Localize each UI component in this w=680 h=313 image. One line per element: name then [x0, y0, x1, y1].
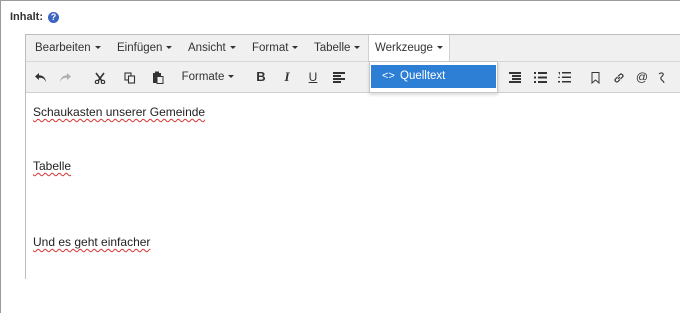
link-button[interactable]	[608, 62, 630, 92]
more-tools-button[interactable]	[654, 62, 670, 92]
formats-dropdown[interactable]: Formate	[176, 62, 240, 92]
chevron-down-icon	[292, 46, 299, 50]
redo-button[interactable]	[54, 62, 76, 92]
paragraph: Und es geht einfacher	[33, 235, 151, 249]
help-icon[interactable]: ?	[48, 11, 59, 23]
paragraph: Tabelle	[33, 159, 72, 173]
mention-button[interactable]: @	[631, 62, 653, 92]
menu-bearbeiten[interactable]: Bearbeiten	[35, 35, 101, 61]
chevron-down-icon	[354, 46, 361, 50]
copy-button[interactable]	[119, 62, 141, 92]
outdent-button[interactable]	[504, 62, 526, 92]
menu-einfuegen[interactable]: Einfügen	[117, 35, 173, 61]
menu-format[interactable]: Format	[252, 35, 299, 61]
werkzeuge-dropdown-menu: <> Quelltext	[369, 61, 498, 93]
italic-button[interactable]: I	[276, 62, 298, 92]
copy-icon	[124, 72, 136, 84]
bookmark-icon	[591, 71, 599, 84]
chevron-down-icon	[228, 75, 235, 79]
menu-tabelle[interactable]: Tabelle	[314, 35, 361, 61]
menu-tabelle-label: Tabelle	[314, 42, 351, 54]
align-left-icon	[333, 72, 345, 84]
menu-einfuegen-label: Einfügen	[117, 42, 163, 54]
rich-text-editor: Bearbeiten Einfügen Ansicht Format Tabel…	[25, 34, 680, 279]
paste-button[interactable]	[147, 62, 169, 92]
menu-bearbeiten-label: Bearbeiten	[35, 42, 91, 54]
numbered-list-icon	[557, 71, 571, 83]
window-border-top	[0, 0, 680, 1]
field-label: Inhalt:	[10, 11, 43, 23]
paragraph: Schaukasten unserer Gemeinde	[33, 105, 206, 119]
menu-ansicht[interactable]: Ansicht	[188, 35, 236, 61]
menu-format-label: Format	[252, 42, 289, 54]
link-icon	[614, 73, 624, 83]
bold-button[interactable]: B	[250, 62, 272, 92]
redo-icon	[60, 73, 71, 83]
chevron-down-icon	[229, 46, 236, 50]
undo-button[interactable]	[30, 62, 52, 92]
editor-toolbar: Formate B I U @	[26, 62, 680, 93]
bullet-list-button[interactable]	[529, 62, 551, 92]
cut-button[interactable]	[89, 62, 111, 92]
menu-item-quelltext-label: Quelltext	[400, 70, 446, 82]
code-icon: <>	[382, 70, 395, 82]
formats-label: Formate	[181, 71, 225, 83]
field-label-row: Inhalt: ?	[10, 9, 59, 25]
paste-icon	[153, 71, 164, 85]
menu-werkzeuge[interactable]: Werkzeuge	[368, 35, 450, 62]
chevron-down-icon	[94, 46, 101, 50]
bullet-list-icon	[533, 72, 547, 84]
underline-button[interactable]: U	[302, 62, 324, 92]
overflow-tool-icon	[658, 71, 665, 83]
chevron-down-icon	[166, 46, 173, 50]
align-left-button[interactable]	[328, 62, 350, 92]
menu-item-quelltext[interactable]: <> Quelltext	[371, 65, 496, 88]
justify-icon	[509, 72, 521, 84]
window-border-left	[0, 0, 1, 313]
menu-ansicht-label: Ansicht	[188, 42, 226, 54]
bookmark-button[interactable]	[584, 62, 606, 92]
scissors-icon	[94, 72, 106, 84]
menu-werkzeuge-label: Werkzeuge	[375, 42, 433, 54]
chevron-down-icon	[436, 46, 443, 50]
undo-icon	[35, 73, 46, 83]
numbered-list-button[interactable]	[553, 62, 575, 92]
editor-menubar: Bearbeiten Einfügen Ansicht Format Tabel…	[26, 35, 680, 62]
